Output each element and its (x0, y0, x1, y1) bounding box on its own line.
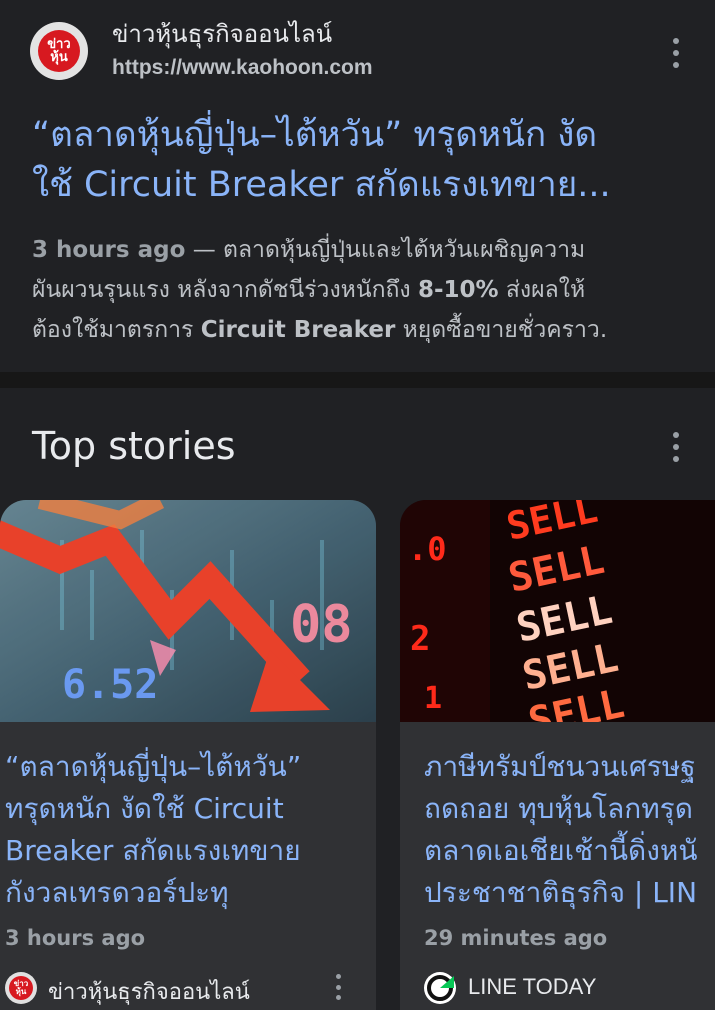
result-title-link[interactable]: “ตลาดหุ้นญี่ปุ่น–ไต้หวัน” ทรุดหนัก งัด ใ… (32, 110, 692, 210)
snippet-line: ผันผวนรุนแรง หลังจากดัชนีร่วงหนักถึง 8-1… (32, 270, 692, 310)
result-title-line: ใช้ Circuit Breaker สกัดแรงเทขาย... (32, 165, 611, 205)
story-title-line: ทรุดหนัก งัดใช้ Circuit (5, 792, 284, 825)
snippet-line: 3 hours ago — ตลาดหุ้นญี่ปุ่นและไต้หวันเ… (32, 230, 692, 270)
source-icon-text: ข่าว หุ้น (9, 976, 33, 1000)
snippet-text: ส่งผลให้ (498, 277, 586, 303)
snippet-text: หยุดซื้อขายชั่วคราว. (395, 317, 608, 343)
snippet-time: 3 hours ago (32, 237, 186, 263)
story-title-line: ตลาดเอเชียเช้านี้ดิ่งหนั (424, 834, 698, 867)
more-vert-icon[interactable] (671, 38, 681, 68)
story-title-line: กังวลเทรดวอร์ปะทุ (5, 876, 229, 909)
section-divider (0, 372, 715, 388)
story-title-line: ภาษีทรัมป์ชนวนเศรษฐ (424, 750, 696, 783)
kaohoon-logo-icon: ข่าว หุ้น (38, 30, 80, 72)
search-result-card[interactable]: ข่าว หุ้น ข่าวหุ้นธุรกิจออนไลน์ https://… (0, 0, 715, 372)
snippet-line: ต้องใช้มาตรการ Circuit Breaker หยุดซื้อข… (32, 310, 692, 350)
story-time: 29 minutes ago (424, 926, 608, 950)
logo-text: ข่าว หุ้น (47, 37, 71, 65)
snippet-text: ต้องใช้มาตรการ (32, 317, 201, 343)
line-today-icon (424, 972, 456, 1004)
search-results-screen: ข่าว หุ้น ข่าวหุ้นธุรกิจออนไลน์ https://… (0, 0, 715, 1010)
snippet-bold: 8-10% (417, 277, 499, 303)
top-stories-heading: Top stories (32, 424, 236, 468)
story-title-line: “ตลาดหุ้นญี่ปุ่น–ไต้หวัน” (5, 750, 302, 783)
thumbnail-number: 6.52 (62, 662, 158, 708)
more-vert-icon[interactable] (333, 974, 343, 1000)
top-stories-section: Top stories 08 6.52 “ตลาดหุ้นญี่ปุ่น–ไต้… (0, 388, 715, 1010)
snippet-text: ตลาดหุ้นญี่ปุ่นและไต้หวันเผชิญความ (223, 237, 586, 263)
svg-text:1: 1 (424, 681, 442, 716)
kaohoon-favicon-icon: ข่าว หุ้น (5, 972, 37, 1004)
story-title-link[interactable]: ภาษีทรัมป์ชนวนเศรษฐ ถดถอย ทุบหุ้นโลกทรุด… (424, 746, 715, 914)
site-url[interactable]: https://www.kaohoon.com (112, 56, 373, 80)
story-title-line: Breaker สกัดแรงเทขาย (5, 834, 301, 867)
story-thumbnail: 08 6.52 (0, 500, 376, 722)
site-logo: ข่าว หุ้น (30, 22, 88, 80)
snippet-dash: — (185, 237, 224, 263)
story-thumbnail: SELL SELL SELL SELL SELL .0 2 1 (400, 500, 715, 722)
snippet-bold: Circuit Breaker (200, 317, 396, 343)
result-title-line: “ตลาดหุ้นญี่ปุ่น–ไต้หวัน” ทรุดหนัก งัด (32, 115, 598, 155)
story-title-link[interactable]: “ตลาดหุ้นญี่ปุ่น–ไต้หวัน” ทรุดหนัก งัดใช… (5, 746, 365, 914)
story-source: LINE TODAY (468, 974, 597, 999)
story-card[interactable]: 08 6.52 “ตลาดหุ้นญี่ปุ่น–ไต้หวัน” ทรุดหน… (0, 500, 376, 1010)
site-name: ข่าวหุ้นธุรกิจออนไลน์ (112, 20, 333, 48)
svg-text:2: 2 (410, 619, 430, 659)
story-title-line: ประชาชาติธุรกิจ | LIN (424, 876, 698, 909)
story-time: 3 hours ago (5, 926, 146, 950)
story-card[interactable]: SELL SELL SELL SELL SELL .0 2 1 ภาษีทรัม… (400, 500, 715, 1010)
more-vert-icon[interactable] (671, 432, 681, 462)
result-snippet: 3 hours ago — ตลาดหุ้นญี่ปุ่นและไต้หวันเ… (32, 230, 692, 350)
story-source: ข่าวหุ้นธุรกิจออนไลน์ (48, 980, 250, 1005)
svg-text:.0: .0 (408, 530, 447, 568)
snippet-text: ผันผวนรุนแรง หลังจากดัชนีร่วงหนักถึง (32, 277, 418, 303)
thumbnail-number: 08 (290, 595, 353, 655)
story-title-line: ถดถอย ทุบหุ้นโลกทรุด (424, 792, 693, 825)
